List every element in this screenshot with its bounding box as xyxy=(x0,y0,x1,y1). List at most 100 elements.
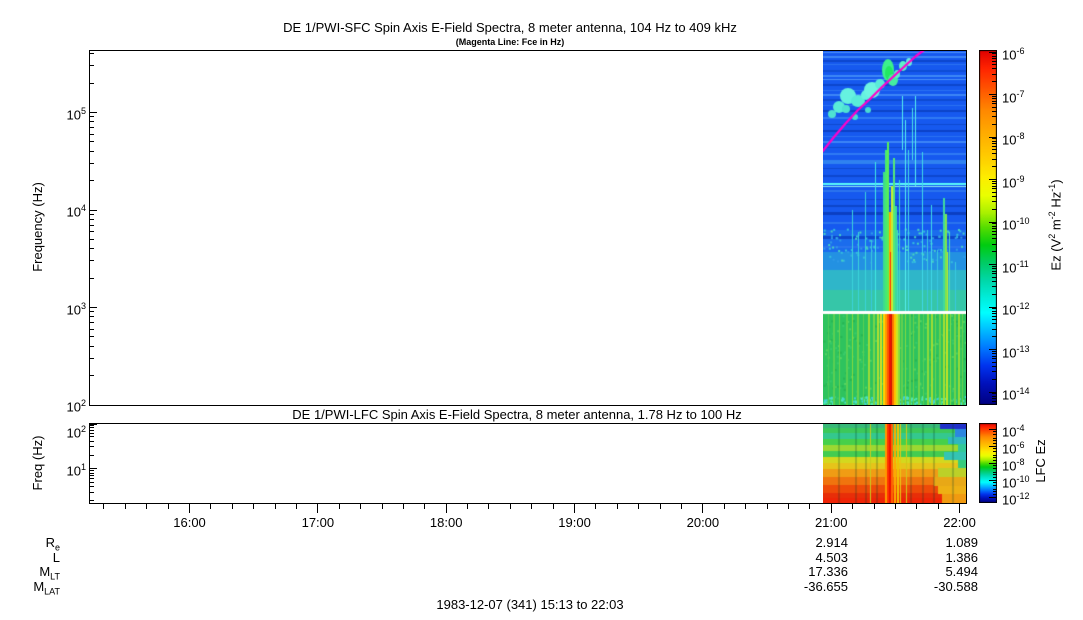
tick-mark xyxy=(992,58,997,59)
tick-mark xyxy=(531,504,532,509)
tick-mark xyxy=(90,500,94,501)
tick-mark xyxy=(993,465,997,466)
footer-value-2200: 1.386 xyxy=(878,550,978,565)
tick-mark xyxy=(275,504,276,509)
tick-mark xyxy=(992,138,997,139)
lfc-cbar-tick-label: 10-8 xyxy=(1002,455,1046,473)
tick-mark xyxy=(959,504,960,513)
tick-mark xyxy=(90,127,94,128)
x-tick-label: 21:00 xyxy=(801,515,861,530)
tick-mark xyxy=(90,311,94,312)
tick-mark xyxy=(992,273,997,274)
tick-mark xyxy=(993,451,997,452)
tick-mark xyxy=(992,143,997,144)
tick-mark xyxy=(90,214,94,215)
tick-mark xyxy=(90,134,94,135)
tick-mark xyxy=(90,336,94,337)
tick-mark xyxy=(992,68,997,69)
tick-mark xyxy=(189,504,190,513)
tick-mark xyxy=(296,504,297,509)
tick-mark xyxy=(90,83,94,84)
sfc-cbar-tick-label: 10-10 xyxy=(1002,214,1046,232)
tick-mark xyxy=(90,436,94,437)
tick-mark xyxy=(724,504,725,509)
sfc-cbar-tick-label: 10-11 xyxy=(1002,257,1046,275)
tick-mark xyxy=(993,463,997,464)
tick-mark xyxy=(992,358,997,359)
tick-mark xyxy=(992,401,997,402)
tick-mark xyxy=(989,137,997,138)
tick-mark xyxy=(992,181,997,182)
tick-mark xyxy=(90,316,94,317)
x-tick-label: 20:00 xyxy=(673,515,733,530)
tick-mark xyxy=(992,226,997,227)
tick-mark xyxy=(617,504,618,509)
tick-mark xyxy=(993,431,997,432)
tick-mark xyxy=(992,336,997,337)
tick-mark xyxy=(992,201,997,202)
tick-mark xyxy=(125,504,126,509)
tick-mark xyxy=(992,64,997,65)
tick-mark xyxy=(360,504,361,509)
tick-mark xyxy=(992,281,997,282)
sfc-y-tick-label: 102 xyxy=(40,396,86,414)
tick-mark xyxy=(90,468,97,469)
tick-mark xyxy=(90,427,94,428)
tick-mark xyxy=(90,219,94,220)
tick-mark xyxy=(989,179,997,180)
tick-mark xyxy=(992,362,997,363)
x-tick-label: 17:00 xyxy=(288,515,348,530)
tick-mark xyxy=(90,180,94,181)
tick-mark xyxy=(992,313,997,314)
tick-mark xyxy=(993,460,997,461)
tick-mark xyxy=(992,308,997,309)
tick-mark xyxy=(467,504,468,509)
tick-mark xyxy=(992,266,997,267)
tick-mark xyxy=(992,271,997,272)
tick-mark xyxy=(989,52,997,53)
sfc-cbar-tick-label: 10-6 xyxy=(1002,44,1046,62)
tick-mark xyxy=(103,504,104,509)
tick-mark xyxy=(992,146,997,147)
footer-value-2100: 2.914 xyxy=(748,535,848,550)
tick-mark xyxy=(992,351,997,352)
tick-mark xyxy=(992,61,997,62)
x-tick-label: 16:00 xyxy=(160,515,220,530)
tick-mark xyxy=(90,231,94,232)
tick-mark xyxy=(745,504,746,509)
tick-mark xyxy=(638,504,639,509)
tick-mark xyxy=(992,149,997,150)
exponent: -12 xyxy=(1016,301,1029,311)
tick-mark xyxy=(574,504,575,513)
tick-mark xyxy=(992,244,997,245)
lfc-cbar-tick-label: 10-10 xyxy=(1002,472,1046,490)
exponent: 2 xyxy=(81,398,86,408)
exponent: -13 xyxy=(1016,344,1029,354)
subscript: LAT xyxy=(44,587,60,597)
tick-mark xyxy=(992,98,997,99)
tick-mark xyxy=(992,366,997,367)
exponent: -11 xyxy=(1016,259,1028,269)
sfc-y-tick-label: 104 xyxy=(40,201,86,219)
tick-mark xyxy=(809,504,810,509)
tick-mark xyxy=(210,504,211,509)
exponent: -8 xyxy=(1016,131,1024,141)
tick-mark xyxy=(992,268,997,269)
tick-mark xyxy=(90,482,94,483)
tick-mark xyxy=(992,166,997,167)
tick-mark xyxy=(90,478,94,479)
tick-mark xyxy=(424,504,425,509)
tick-mark xyxy=(992,393,997,394)
sfc-cbar-tick-label: 10-12 xyxy=(1002,299,1046,317)
tick-mark xyxy=(992,141,997,142)
tick-mark xyxy=(993,434,997,435)
tick-mark xyxy=(317,504,318,513)
lfc-cbar-tick-label: 10-4 xyxy=(1002,421,1046,439)
tick-mark xyxy=(993,440,997,441)
exponent: 1 xyxy=(81,462,86,472)
tick-mark xyxy=(992,353,997,354)
sfc-cbar-tick-label: 10-7 xyxy=(1002,87,1046,105)
tick-mark xyxy=(90,346,94,347)
tick-mark xyxy=(403,504,404,509)
tick-mark xyxy=(831,504,832,513)
